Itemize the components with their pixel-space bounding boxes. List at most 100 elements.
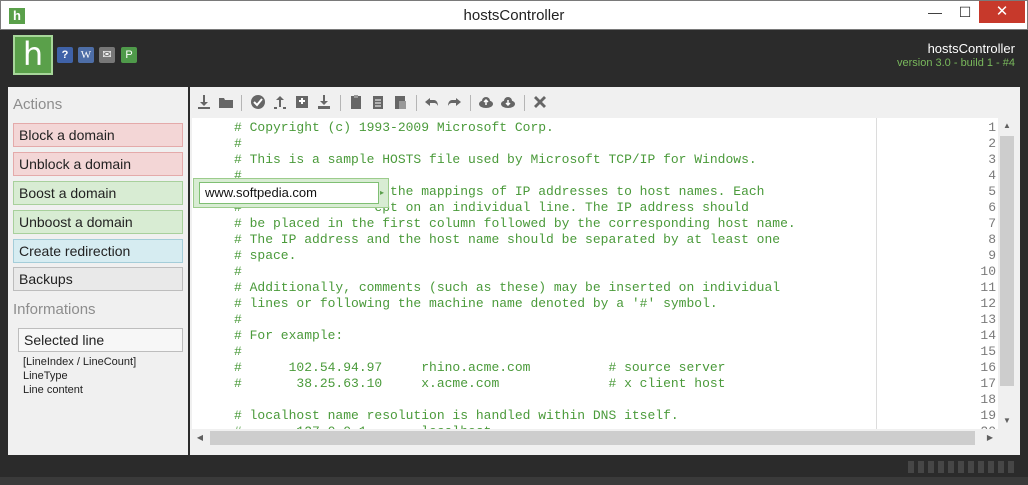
window-title: hostsController — [463, 7, 565, 24]
scroll-down-icon[interactable]: ▼ — [998, 413, 1016, 429]
grip-block — [958, 461, 964, 473]
import-icon[interactable] — [294, 94, 310, 110]
clipboard-list-icon[interactable] — [370, 94, 386, 110]
informations-title: Informations — [13, 301, 96, 318]
folder-icon[interactable] — [218, 94, 234, 110]
mail-icon[interactable]: ✉ — [99, 47, 115, 63]
minimize-button[interactable]: — — [921, 1, 949, 23]
grip-block — [998, 461, 1004, 473]
app-header: h ? W ✉ P hostsController version 3.0 - … — [8, 30, 1020, 82]
toolbar-separator — [470, 95, 471, 111]
clipboard-icon[interactable] — [348, 94, 364, 110]
line-number: 10 — [980, 264, 996, 279]
undo-icon[interactable] — [424, 94, 440, 110]
line-number: 7 — [988, 216, 996, 231]
delete-icon[interactable] — [532, 94, 548, 110]
upload-icon[interactable] — [272, 94, 288, 110]
toolbar — [190, 87, 1020, 117]
grip-block — [988, 461, 994, 473]
code-line[interactable]: # Additionally, comments (such as these)… — [234, 280, 780, 295]
line-number: 12 — [980, 296, 996, 311]
code-line[interactable]: # Copyright (c) 1993-2009 Microsoft Corp… — [234, 120, 554, 135]
grip-block — [948, 461, 954, 473]
selected-line-box: Selected line — [18, 328, 183, 352]
domain-input[interactable]: www.softpedia.com — [199, 182, 379, 204]
create-redirection-button[interactable]: Create redirection — [13, 239, 183, 263]
line-number: 1 — [988, 120, 996, 135]
code-line[interactable]: # localhost name resolution is handled w… — [234, 408, 679, 423]
code-line[interactable]: # 38.25.63.10 x.acme.com # x client host — [234, 376, 725, 391]
check-icon[interactable] — [250, 94, 266, 110]
paypal-icon[interactable]: P — [121, 47, 137, 63]
line-number-gutter — [192, 118, 220, 429]
vertical-scrollbar[interactable]: ▲ ▼ — [998, 118, 1016, 429]
app-name: hostsController — [927, 41, 1015, 56]
grip-block — [918, 461, 924, 473]
info-line-content: Line content — [23, 384, 83, 396]
info-line-index: [LineIndex / LineCount] — [23, 356, 137, 368]
code-line[interactable]: # The IP address and the host name shoul… — [234, 232, 780, 247]
info-line-type: LineType — [23, 370, 68, 382]
grip-block — [938, 461, 944, 473]
help-icon[interactable]: ? — [57, 47, 73, 63]
toolbar-separator — [416, 95, 417, 111]
domain-popup: www.softpedia.com ▸ — [193, 178, 389, 208]
status-bar — [8, 455, 1020, 477]
line-number: 2 — [988, 136, 996, 151]
code-line[interactable]: # space. — [234, 248, 296, 263]
editor-panel: 1 # Copyright (c) 1993-2009 Microsoft Cor… — [190, 87, 1020, 455]
title-bar: h hostsController — ☐ ✕ — [0, 0, 1028, 30]
line-number: 19 — [980, 408, 996, 423]
export-icon[interactable] — [316, 94, 332, 110]
grip-block — [968, 461, 974, 473]
window-bottom-edge — [0, 477, 1028, 485]
code-line[interactable]: # lines or following the machine name de… — [234, 296, 718, 311]
horizontal-scroll-thumb[interactable] — [210, 431, 975, 445]
grip-block — [978, 461, 984, 473]
block-domain-button[interactable]: Block a domain — [13, 123, 183, 147]
line-number: 9 — [988, 248, 996, 263]
grip-block — [928, 461, 934, 473]
line-number: 11 — [980, 280, 996, 295]
code-line[interactable]: # — [234, 264, 242, 279]
margin-line — [876, 118, 877, 429]
code-line[interactable]: # 102.54.94.97 rhino.acme.com # source s… — [234, 360, 725, 375]
scroll-right-icon[interactable]: ▶ — [982, 429, 998, 447]
maximize-button[interactable]: ☐ — [951, 1, 979, 23]
backups-button[interactable]: Backups — [13, 267, 183, 291]
popup-arrow-icon[interactable]: ▸ — [380, 188, 388, 197]
line-number: 8 — [988, 232, 996, 247]
close-button[interactable]: ✕ — [979, 1, 1025, 23]
word-icon[interactable]: W — [78, 47, 94, 63]
line-number: 4 — [988, 168, 996, 183]
hosts-editor[interactable]: 1 # Copyright (c) 1993-2009 Microsoft Cor… — [192, 118, 998, 429]
code-line[interactable]: # For example: — [234, 328, 343, 343]
line-number: 3 — [988, 152, 996, 167]
paste-icon[interactable] — [392, 94, 408, 110]
scroll-left-icon[interactable]: ◀ — [192, 429, 208, 447]
scroll-up-icon[interactable]: ▲ — [998, 118, 1016, 134]
boost-domain-button[interactable]: Boost a domain — [13, 181, 183, 205]
toolbar-separator — [241, 95, 242, 111]
line-number: 14 — [980, 328, 996, 343]
logo: h — [13, 35, 53, 75]
line-number: 16 — [980, 360, 996, 375]
redo-icon[interactable] — [446, 94, 462, 110]
toolbar-separator — [524, 95, 525, 111]
code-line[interactable]: # This is a sample HOSTS file used by Mi… — [234, 152, 757, 167]
horizontal-scrollbar[interactable]: ◀ ▶ — [192, 429, 998, 447]
code-line[interactable]: # be placed in the first column followed… — [234, 216, 796, 231]
code-line[interactable]: # — [234, 312, 242, 327]
vertical-scroll-thumb[interactable] — [1000, 136, 1014, 386]
download-icon[interactable] — [196, 94, 212, 110]
unboost-domain-button[interactable]: Unboost a domain — [13, 210, 183, 234]
actions-title: Actions — [13, 96, 63, 113]
unblock-domain-button[interactable]: Unblock a domain — [13, 152, 183, 176]
grip-block — [1008, 461, 1014, 473]
line-number: 13 — [980, 312, 996, 327]
code-line[interactable]: # — [234, 344, 242, 359]
cloud-download-icon[interactable] — [500, 94, 516, 110]
code-line[interactable]: # — [234, 136, 242, 151]
cloud-upload-icon[interactable] — [478, 94, 494, 110]
line-number: 5 — [988, 184, 996, 199]
